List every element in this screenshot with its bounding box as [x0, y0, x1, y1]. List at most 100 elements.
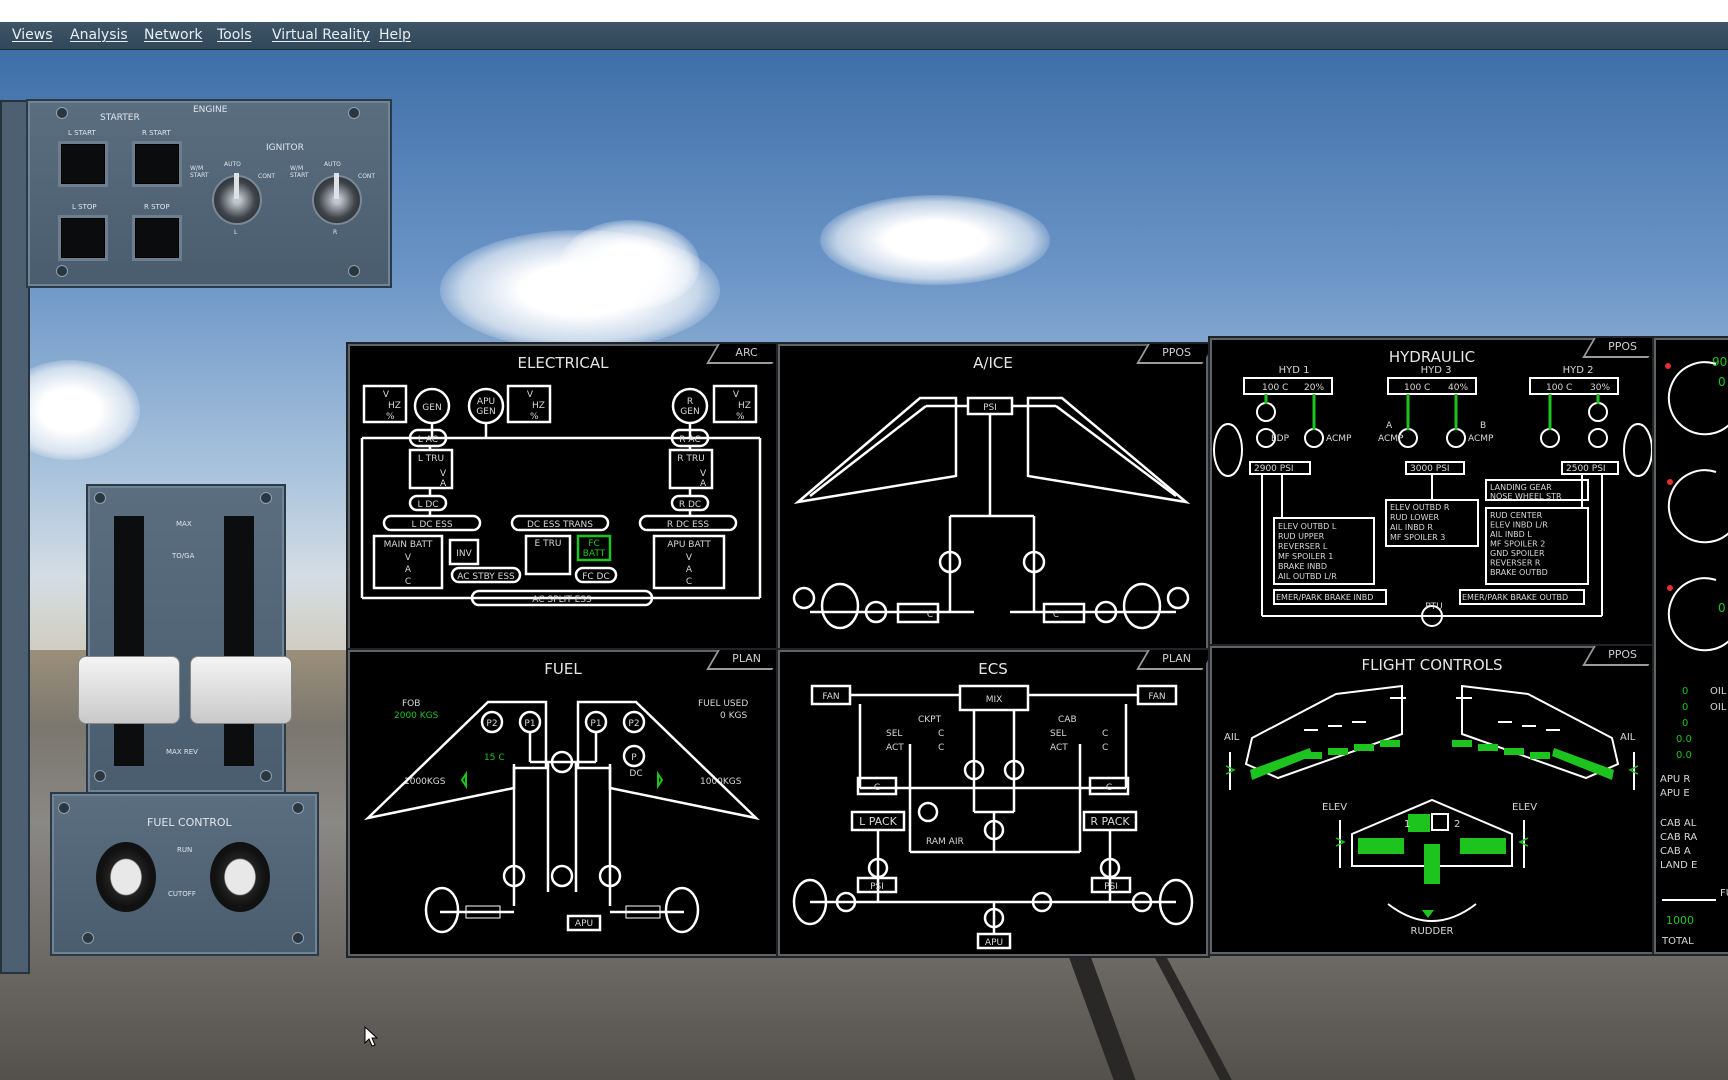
svg-text:0: 0 [1682, 702, 1688, 713]
svg-text:P: P [631, 753, 637, 763]
svg-text:0.0: 0.0 [1676, 734, 1692, 745]
l-start-button[interactable] [58, 141, 108, 187]
r-stop-button[interactable] [132, 215, 182, 261]
cloud [820, 195, 1050, 285]
svg-text:GEN: GEN [680, 407, 699, 417]
svg-text:TOTAL: TOTAL [1661, 936, 1694, 947]
screw [292, 932, 304, 944]
engine-panel: ENGINE STARTER IGNITOR L START R START L… [26, 99, 392, 288]
svg-text:EDP: EDP [1271, 434, 1290, 444]
screw [82, 932, 94, 944]
anti-ice-schematic: PSI C C [792, 396, 1191, 630]
svg-text:C: C [874, 783, 880, 793]
left-throttle-slot [114, 516, 144, 766]
hydraulic-consumer-item: BRAKE OUTBD [1490, 568, 1548, 577]
screw [292, 802, 304, 814]
svg-text:AIL: AIL [1224, 732, 1240, 743]
r-start-button[interactable] [132, 141, 182, 187]
cloud [560, 220, 700, 310]
menu-help[interactable]: Help [379, 27, 411, 43]
svg-text:HYD 3: HYD 3 [1421, 365, 1452, 376]
svg-text:2500 PSI: 2500 PSI [1566, 464, 1606, 474]
l-stop-button[interactable] [58, 215, 108, 261]
hydraulic-consumer-item: RUD UPPER [1278, 532, 1325, 541]
screw [56, 107, 68, 119]
hydraulic-consumer-item: REVERSER L [1278, 542, 1328, 551]
svg-text:0: 0 [1682, 718, 1688, 729]
svg-text:PSI: PSI [983, 403, 997, 413]
svg-text:C: C [927, 610, 933, 620]
svg-text:R TRU: R TRU [677, 454, 704, 464]
hydraulic-consumer-item: MF SPOILER 1 [1278, 552, 1333, 561]
fuel-control-panel: FUEL CONTROL RUN CUTOFF [50, 792, 319, 956]
hydraulic-consumer-item: REVERSER R [1490, 559, 1541, 568]
engine-label: ENGINE [193, 105, 228, 115]
right-throttle-lever[interactable] [190, 656, 292, 724]
r-start-label: R START [142, 129, 171, 137]
left-ignitor-knob[interactable] [212, 173, 262, 225]
svg-text:CAB A: CAB A [1660, 846, 1691, 857]
svg-text:FC DC: FC DC [582, 572, 610, 582]
svg-text:ACMP: ACMP [1326, 434, 1352, 444]
svg-text:INV: INV [456, 549, 472, 559]
menu-views[interactable]: Views [12, 27, 53, 43]
screw [56, 265, 68, 277]
svg-text:P1: P1 [524, 719, 535, 729]
electrical-display: ELECTRICAL ARC V HZ% V HZ% V HZ% GEN APU GEN [348, 344, 784, 650]
right-fuel-cutoff-switch[interactable] [210, 842, 270, 912]
svg-text:OIL: OIL [1710, 686, 1727, 697]
flight-controls-display: FLIGHT CONTROLS PPOS AIL AIL ELEV ELEV R… [1210, 646, 1660, 954]
auto-label: AUTO [224, 161, 241, 168]
svg-text:C: C [938, 729, 944, 739]
menu-bar: Views Analysis Network Tools Virtual Rea… [0, 22, 1728, 50]
svg-text:C: C [1053, 610, 1059, 620]
svg-text:ACT: ACT [1050, 743, 1068, 753]
menu-analysis[interactable]: Analysis [70, 27, 128, 43]
right-ignitor-knob[interactable] [312, 173, 362, 225]
toga-label: TO/GA [172, 552, 195, 560]
svg-text:BATT: BATT [583, 549, 606, 559]
menu-virtual-reality[interactable]: Virtual Reality [272, 27, 370, 43]
svg-text:100 C: 100 C [1262, 383, 1288, 393]
hydraulic-consumer-item: GND SPOILER [1490, 549, 1545, 558]
max-label: MAX [176, 520, 192, 528]
svg-text:%: % [386, 412, 395, 422]
svg-text:L DC: L DC [417, 500, 438, 510]
svg-text:CAB RA: CAB RA [1660, 832, 1697, 843]
svg-text:LAND E: LAND E [1660, 860, 1697, 871]
hydraulic-consumer-item: BRAKE INBD [1278, 562, 1327, 571]
svg-text:C: C [1102, 729, 1108, 739]
svg-text:V: V [383, 390, 390, 400]
svg-text:HZ: HZ [738, 401, 751, 411]
svg-text:ACMP: ACMP [1378, 434, 1404, 444]
left-fuel-cutoff-switch[interactable] [96, 842, 156, 912]
svg-text:HYD 2: HYD 2 [1563, 365, 1594, 376]
svg-text:HYD 1: HYD 1 [1279, 365, 1310, 376]
auto-label-r: AUTO [324, 161, 341, 168]
throttle-quadrant: MAX TO/GA MAX REV [86, 484, 286, 794]
screw [348, 107, 360, 119]
screw [260, 492, 272, 504]
menu-network[interactable]: Network [144, 27, 202, 43]
svg-text:0: 0 [1718, 601, 1726, 615]
left-throttle-lever[interactable] [78, 656, 180, 724]
svg-text:ACMP: ACMP [1468, 434, 1494, 444]
svg-text:A: A [686, 565, 693, 575]
svg-text:APU BATT: APU BATT [667, 540, 711, 550]
hydraulic-consumer-item: NOSE WHEEL STR [1490, 492, 1562, 501]
hydraulic-consumer-item: LANDING GEAR [1490, 483, 1552, 492]
svg-text:3000 PSI: 3000 PSI [1410, 464, 1450, 474]
svg-text:GEN: GEN [476, 407, 495, 417]
svg-text:2000 KGS: 2000 KGS [394, 711, 439, 721]
hydraulic-consumer-item: ELEV OUTBD R [1390, 503, 1450, 512]
svg-text:L DC ESS: L DC ESS [411, 520, 452, 530]
hydraulic-consumer-item: ELEV OUTBD L [1278, 522, 1337, 531]
svg-text:DC ESS TRANS: DC ESS TRANS [527, 520, 593, 530]
menu-tools[interactable]: Tools [217, 27, 252, 43]
svg-text:P1: P1 [590, 719, 601, 729]
svg-text:15 C: 15 C [484, 753, 505, 763]
svg-text:R AC: R AC [679, 435, 700, 445]
svg-text:PSI: PSI [1104, 882, 1118, 892]
svg-text:C: C [686, 577, 692, 587]
svg-text:FAN: FAN [1148, 692, 1165, 702]
